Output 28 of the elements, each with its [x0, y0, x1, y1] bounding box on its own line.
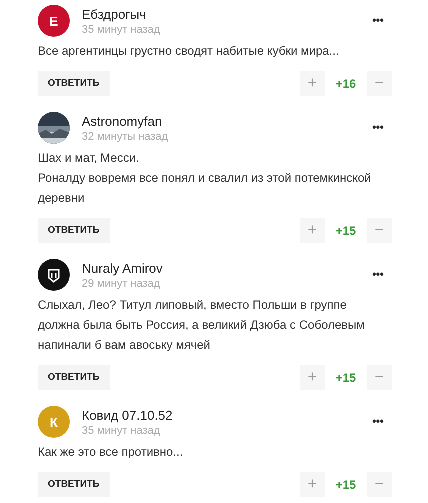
author-name: Astronomyfan [82, 114, 164, 128]
author-name: Ковид 07.10.52 [82, 408, 174, 422]
more-menu-button[interactable]: ••• [372, 269, 392, 281]
comment-text: Шах и мат, Месси. [38, 150, 140, 167]
comment-time: 35 минут назад [82, 24, 162, 36]
vote-score: +15 [334, 224, 358, 238]
comment-time: 35 минут назад [82, 424, 162, 436]
author-name: Ебздрогыч [82, 6, 148, 22]
comment-text: Как же это все противно... [38, 444, 184, 461]
more-menu-button[interactable]: ••• [372, 122, 392, 134]
vote-score: +15 [334, 478, 358, 492]
reply-button[interactable]: ОТВЕТИТЬ [38, 218, 110, 243]
reply-button[interactable]: ОТВЕТИТЬ [38, 365, 110, 390]
comment-text: Слыхал, Лео? Титул липовый, вместо Польши в группе должна была быть Россия, а великий Дзюба с Соболевым напинали б вам авоську мячей [38, 297, 366, 354]
more-menu-button[interactable]: ••• [372, 15, 392, 27]
reply-button[interactable]: ОТВЕТИТЬ [38, 71, 110, 96]
vote-score: +15 [334, 370, 358, 384]
avatar-logo-icon [38, 259, 70, 291]
comment-text: Все аргентинцы грустно сводят набитые кубки мира... [38, 43, 340, 60]
comment-time: 29 минут назад [82, 278, 162, 290]
vote-score: +16 [334, 76, 358, 90]
reply-button[interactable]: ОТВЕТИТЬ [38, 472, 110, 497]
comment-text: Роналду вовремя все понял и свалил из этой потемкинской деревни [38, 170, 372, 207]
comment-time: 32 минуты назад [82, 130, 170, 142]
author-name: Nuraly Amirov [82, 260, 164, 276]
avatar: E [38, 5, 70, 37]
more-menu-button[interactable]: ••• [372, 416, 392, 428]
avatar: К [38, 406, 70, 438]
